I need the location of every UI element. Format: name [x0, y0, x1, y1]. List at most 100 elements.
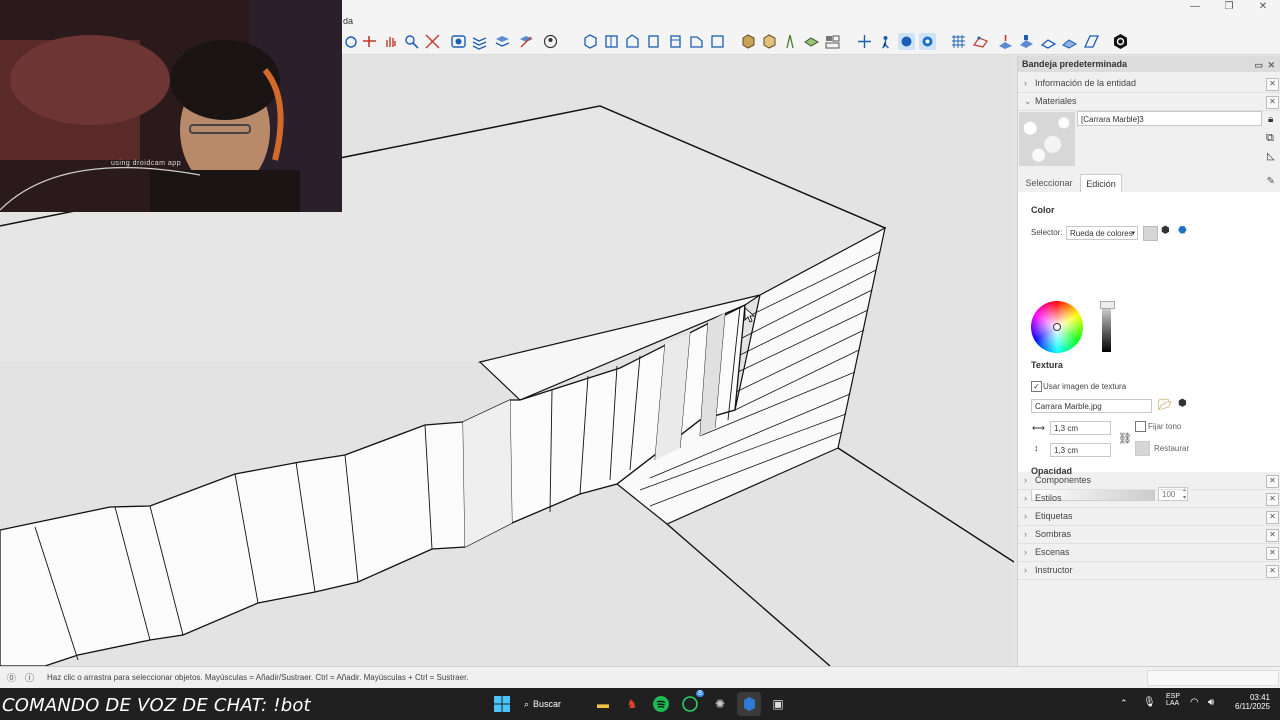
panel-shadows[interactable]: › Sombras ✕	[1018, 526, 1280, 544]
close-icon[interactable]: ✕	[1266, 529, 1279, 542]
panel-label: Materiales	[1035, 96, 1077, 106]
position-camera-icon[interactable]	[898, 33, 915, 50]
close-icon[interactable]: ✕	[1266, 547, 1279, 560]
pin-icon[interactable]: ▭	[1254, 57, 1263, 73]
link-chain-icon[interactable]: ⛓	[1118, 432, 1132, 445]
panel-styles[interactable]: › Estilos ✕	[1018, 490, 1280, 508]
tab-select[interactable]: Seleccionar	[1021, 174, 1077, 192]
file-explorer-icon[interactable]: ▬	[591, 692, 615, 716]
windows-start-icon[interactable]	[490, 692, 514, 716]
close-tray-icon[interactable]: ✕	[1267, 57, 1275, 73]
brave-browser-icon[interactable]: ♞	[620, 692, 644, 716]
chatgpt-icon[interactable]: ✺	[708, 692, 732, 716]
create-material-icon[interactable]: ⧉	[1266, 132, 1274, 145]
zoom-extents-icon[interactable]	[424, 33, 441, 50]
zoom-icon[interactable]	[403, 33, 420, 50]
color-wheel[interactable]	[1031, 301, 1083, 353]
move-icon[interactable]	[856, 33, 873, 50]
right-view-icon[interactable]	[645, 33, 662, 50]
pan-hand-icon[interactable]	[382, 33, 399, 50]
info-icon[interactable]: ⓘ	[25, 671, 34, 684]
close-icon[interactable]: ✕	[1266, 96, 1279, 109]
smoove-icon[interactable]	[997, 33, 1014, 50]
brightness-slider[interactable]	[1102, 305, 1111, 352]
camera-icon[interactable]	[450, 33, 467, 50]
close-icon[interactable]: ✕	[1266, 511, 1279, 524]
iso-view-icon[interactable]	[582, 33, 599, 50]
geo-location-icon[interactable]: ⓪	[7, 671, 16, 684]
left-view-icon[interactable]	[688, 33, 705, 50]
clock[interactable]: 03:41 6/11/2025	[1228, 693, 1270, 711]
drape-icon[interactable]	[1040, 33, 1057, 50]
texture-file-field[interactable]: Carrara Marble.jpg	[1031, 399, 1152, 413]
color-wheel-marker[interactable]	[1053, 323, 1061, 331]
sandbox-scratch-icon[interactable]	[950, 33, 967, 50]
orbit-tool-icon[interactable]	[343, 33, 360, 50]
sketchup-taskbar-icon[interactable]	[737, 692, 761, 716]
look-around-icon[interactable]	[919, 33, 936, 50]
wireframe-icon[interactable]	[782, 33, 799, 50]
shaded-icon[interactable]	[824, 33, 841, 50]
texture-height-field[interactable]: 1,3 cm	[1050, 443, 1111, 457]
close-icon[interactable]: ✕	[1266, 475, 1279, 488]
panel-tags[interactable]: › Etiquetas ✕	[1018, 508, 1280, 526]
menu-fragment[interactable]: da	[343, 16, 353, 26]
taskbar-search[interactable]: ⌕ Buscar	[524, 693, 578, 715]
texture-width-field[interactable]: 1,3 cm	[1050, 421, 1111, 435]
measurements-box[interactable]	[1147, 670, 1279, 686]
stack-cross-icon[interactable]	[518, 33, 535, 50]
panel-materials[interactable]: ⌄ Materiales ✕	[1018, 93, 1280, 111]
stamp-icon[interactable]	[1018, 33, 1035, 50]
language-indicator[interactable]: ESP LAA	[1166, 693, 1180, 707]
close-icon[interactable]: ✕	[1266, 565, 1279, 578]
close-icon[interactable]: ✕	[1266, 493, 1279, 506]
color-selector-dropdown[interactable]: Rueda de colores ▾	[1066, 226, 1138, 240]
brightness-handle[interactable]	[1100, 301, 1115, 309]
whatsapp-icon[interactable]: 8	[678, 690, 704, 716]
color-to-model-icon[interactable]: ⬢	[1161, 225, 1170, 236]
browse-folder-icon[interactable]: 📂︎	[1158, 398, 1172, 411]
use-texture-checkbox[interactable]: ✓	[1031, 381, 1042, 392]
volume-icon[interactable]: 🔊︎	[1208, 697, 1214, 708]
walk-icon[interactable]	[877, 33, 894, 50]
back-view-icon[interactable]	[667, 33, 684, 50]
hidden-line-icon[interactable]	[803, 33, 820, 50]
panel-instructor[interactable]: › Instructor ✕	[1018, 562, 1280, 580]
eyedropper-icon[interactable]: ✎	[1267, 176, 1275, 187]
add-detail-icon[interactable]	[1061, 33, 1078, 50]
flip-edge-icon[interactable]	[1083, 33, 1100, 50]
close-window-button[interactable]: ✕	[1246, 0, 1280, 14]
material-swatch[interactable]	[1019, 112, 1075, 166]
match-color-icon[interactable]: ⬣	[1178, 225, 1187, 236]
top-view-icon[interactable]	[603, 33, 620, 50]
sandbox-contours-icon[interactable]	[972, 33, 989, 50]
color-swatch-box[interactable]	[1143, 226, 1158, 241]
material-name-field[interactable]: [Carrara Marble]3	[1077, 111, 1262, 126]
fix-tone-checkbox[interactable]	[1135, 421, 1146, 432]
wifi-icon[interactable]: ◠	[1190, 697, 1199, 708]
microphone-icon[interactable]: 🎙︎	[1143, 697, 1156, 708]
xray-style-icon[interactable]	[740, 33, 757, 50]
close-icon[interactable]: ✕	[1266, 78, 1279, 91]
show-hidden-icon[interactable]: ⌃	[1120, 698, 1128, 709]
panel-components[interactable]: › Componentes ✕	[1018, 472, 1280, 490]
extension-hex-icon[interactable]	[1112, 33, 1129, 50]
back-edges-icon[interactable]	[761, 33, 778, 50]
tab-edit[interactable]: Edición	[1080, 174, 1122, 193]
restore-swatch[interactable]	[1135, 441, 1150, 456]
minimize-button[interactable]: —	[1178, 0, 1212, 14]
lock-icon[interactable]: 🔒︎	[1268, 114, 1273, 125]
panel-entity-info[interactable]: › Información de la entidad ✕	[1018, 75, 1280, 93]
sample-paint-icon[interactable]: ◺	[1267, 151, 1275, 162]
panel-scenes[interactable]: › Escenas ✕	[1018, 544, 1280, 562]
edit-texture-icon[interactable]: ⬢	[1178, 398, 1187, 409]
bottom-view-icon[interactable]	[709, 33, 726, 50]
section-plane-icon[interactable]	[361, 33, 378, 50]
layers-icon[interactable]	[471, 33, 488, 50]
maximize-button[interactable]: ❐	[1212, 0, 1246, 14]
stack-icon[interactable]	[494, 33, 511, 50]
front-view-icon[interactable]	[624, 33, 641, 50]
spotify-icon[interactable]	[649, 692, 673, 716]
user-icon[interactable]	[542, 33, 559, 50]
app-window-icon[interactable]: ▣	[766, 692, 790, 716]
